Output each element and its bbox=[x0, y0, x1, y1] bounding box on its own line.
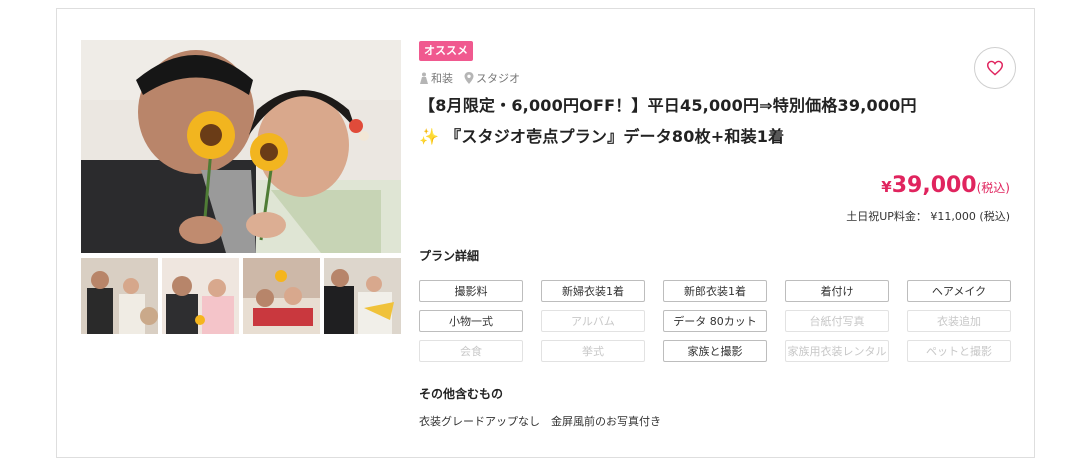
detail-chip: 家族と撮影 bbox=[663, 340, 767, 362]
detail-chip-disabled: 挙式 bbox=[541, 340, 645, 362]
detail-chip: ヘアメイク bbox=[907, 280, 1011, 302]
detail-chip: データ 80カット bbox=[663, 310, 767, 332]
plan-title[interactable]: 【8月限定・6,000円OFF！】平日45,000円⇒特別価格39,000円 bbox=[419, 92, 917, 116]
plan-subtitle-text: 『スタジオ壱点プラン』データ80枚+和装1着 bbox=[445, 127, 785, 146]
plan-subtitle[interactable]: ✨ 『スタジオ壱点プラン』データ80枚+和装1着 bbox=[419, 123, 784, 147]
thumbnail-1[interactable] bbox=[81, 258, 158, 334]
couple-photo-image bbox=[81, 40, 401, 253]
favorite-button[interactable] bbox=[974, 47, 1016, 89]
main-photo[interactable] bbox=[81, 40, 401, 253]
tag-wasou: 和装 bbox=[419, 70, 453, 86]
detail-chip-disabled: アルバム bbox=[541, 310, 645, 332]
detail-chip: 新郎衣装1着 bbox=[663, 280, 767, 302]
plan-tags: 和装 スタジオ bbox=[419, 70, 531, 86]
price: ¥39,000(税込) bbox=[881, 173, 1010, 198]
location-pin-icon bbox=[464, 72, 474, 84]
plan-card[interactable]: オススメ 和装 スタジオ 【8月限定・6,000円OFF！】平日45,000円⇒… bbox=[56, 8, 1035, 458]
tag-label: 和装 bbox=[431, 72, 453, 85]
tag-studio: スタジオ bbox=[464, 70, 520, 86]
details-heading: プラン詳細 bbox=[419, 249, 480, 263]
detail-chip-disabled: 会食 bbox=[419, 340, 523, 362]
others-text: 衣装グレードアップなし 金屏風前のお写真付き bbox=[419, 415, 661, 428]
others-heading: その他含むもの bbox=[419, 387, 504, 401]
thumbnail-4[interactable] bbox=[324, 258, 401, 334]
price-tax: (税込) bbox=[976, 181, 1010, 195]
weekend-fee: 土日祝UP料金： ¥11,000 (税込) bbox=[846, 210, 1010, 223]
sparkle-icon: ✨ bbox=[419, 127, 440, 146]
thumbnail-strip bbox=[81, 258, 401, 334]
detail-chip: 着付け bbox=[785, 280, 889, 302]
detail-chip: 小物一式 bbox=[419, 310, 523, 332]
detail-chip-disabled: 台紙付写真 bbox=[785, 310, 889, 332]
detail-chip-disabled: 家族用衣装レンタル bbox=[785, 340, 889, 362]
kimono-icon bbox=[420, 72, 428, 84]
price-currency: ¥ bbox=[881, 178, 892, 196]
thumbnail-2[interactable] bbox=[162, 258, 239, 334]
detail-chip-disabled: 衣装追加 bbox=[907, 310, 1011, 332]
price-value: 39,000 bbox=[891, 173, 977, 198]
detail-chip-disabled: ペットと撮影 bbox=[907, 340, 1011, 362]
detail-chip: 新婦衣装1着 bbox=[541, 280, 645, 302]
tag-label: スタジオ bbox=[476, 72, 520, 85]
detail-chip: 撮影料 bbox=[419, 280, 523, 302]
thumbnail-3[interactable] bbox=[243, 258, 320, 334]
recommend-badge: オススメ bbox=[419, 41, 473, 61]
heart-icon bbox=[986, 60, 1004, 76]
